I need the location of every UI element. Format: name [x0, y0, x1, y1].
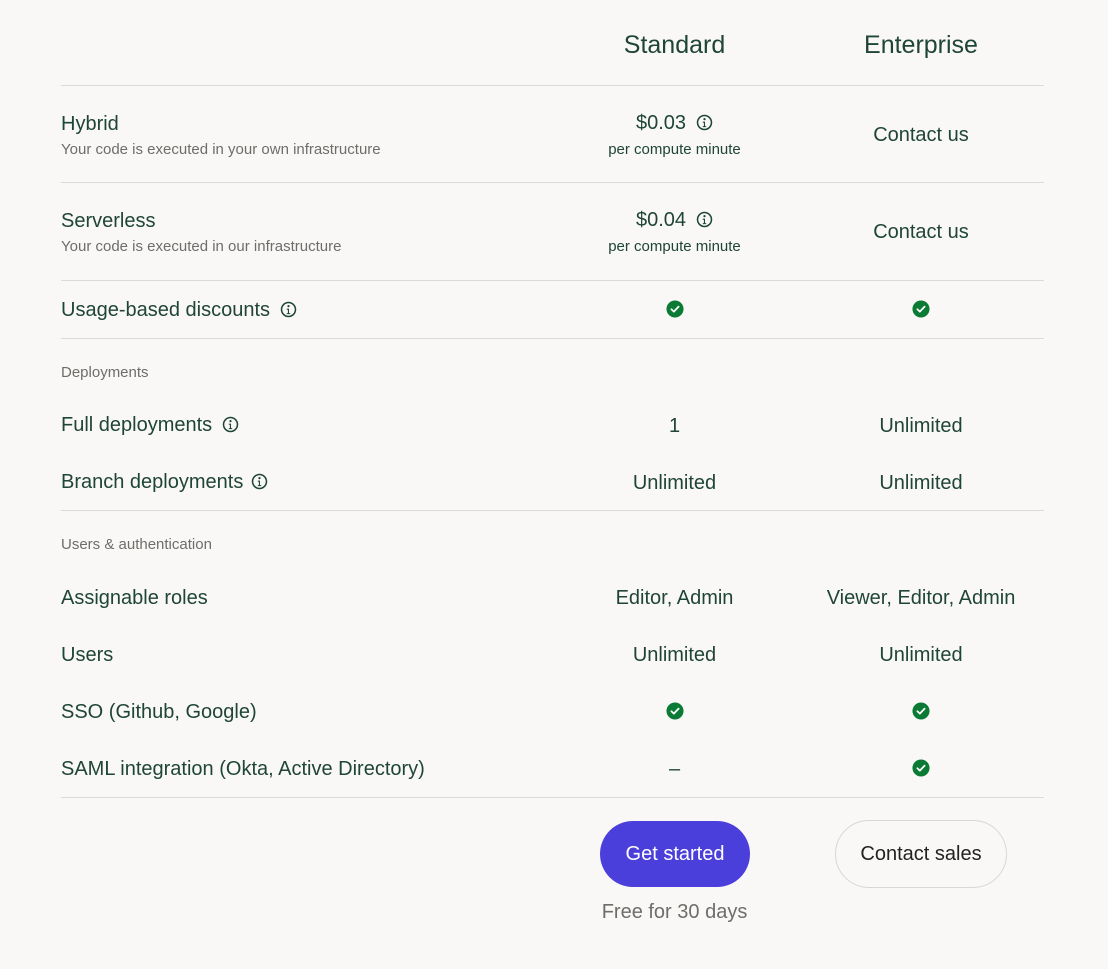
price-value: $0.03	[635, 112, 687, 134]
row-title-assignable-roles: Assignable roles	[61, 587, 208, 609]
hybrid-standard-price: $0.03	[552, 112, 797, 135]
check-icon	[912, 300, 930, 318]
price-unit: per compute minute	[608, 238, 741, 255]
check-icon	[666, 702, 684, 720]
row-title: Usage-based discounts	[61, 299, 271, 321]
info-icon[interactable]	[222, 416, 239, 433]
assignable-roles-enterprise: Viewer, Editor, Admin	[826, 587, 1016, 609]
row-title: Branch deployments	[61, 471, 244, 493]
plan-header-standard: Standard	[623, 31, 726, 59]
divider	[61, 797, 1044, 798]
price-unit: per compute minute	[608, 141, 741, 158]
divider	[61, 338, 1044, 339]
serverless-standard-price: $0.04	[552, 209, 797, 232]
check-icon	[912, 759, 930, 777]
usage-discounts-enterprise	[798, 300, 1044, 323]
check-icon	[666, 300, 684, 318]
price-value: $0.04	[635, 209, 687, 231]
row-title-users: Users	[61, 644, 114, 666]
row-title-saml: SAML integration (Okta, Active Directory…	[61, 758, 425, 780]
saml-standard: –	[668, 758, 681, 780]
info-icon[interactable]	[696, 114, 713, 131]
full-deployments-enterprise: Unlimited	[879, 415, 963, 437]
branch-deployments-standard: Unlimited	[632, 472, 717, 494]
info-icon[interactable]	[696, 211, 713, 228]
row-subtitle-serverless: Your code is executed in our infrastruct…	[61, 238, 342, 255]
divider	[61, 280, 1044, 281]
sso-standard	[552, 702, 797, 725]
row-full-deployments: Full deployments	[61, 414, 239, 437]
divider	[61, 510, 1044, 511]
row-title-hybrid: Hybrid	[61, 113, 119, 135]
full-deployments-standard: 1	[668, 415, 681, 437]
saml-enterprise	[798, 759, 1044, 782]
info-icon[interactable]	[280, 301, 297, 318]
row-subtitle-hybrid: Your code is executed in your own infras…	[61, 141, 381, 158]
row-title-serverless: Serverless	[61, 210, 156, 232]
section-label-deployments: Deployments	[61, 364, 149, 381]
info-icon[interactable]	[251, 473, 268, 490]
row-usage-discounts: Usage-based discounts	[61, 299, 297, 322]
divider	[61, 182, 1044, 183]
serverless-enterprise-value: Contact us	[873, 221, 969, 243]
users-standard: Unlimited	[632, 644, 717, 666]
assignable-roles-standard: Editor, Admin	[615, 587, 734, 609]
row-title: Full deployments	[61, 414, 213, 436]
divider	[61, 85, 1044, 86]
usage-discounts-standard	[552, 300, 797, 323]
sso-enterprise	[798, 702, 1044, 725]
contact-sales-button[interactable]: Contact sales	[835, 820, 1007, 888]
free-trial-note: Free for 30 days	[601, 901, 748, 923]
row-title-sso: SSO (Github, Google)	[61, 701, 257, 723]
users-enterprise: Unlimited	[879, 644, 963, 666]
branch-deployments-enterprise: Unlimited	[879, 472, 963, 494]
plan-header-enterprise: Enterprise	[864, 31, 978, 59]
section-label-users-auth: Users & authentication	[61, 536, 212, 553]
check-icon	[912, 702, 930, 720]
hybrid-enterprise-value: Contact us	[873, 124, 969, 146]
get-started-button[interactable]: Get started	[600, 821, 750, 887]
row-branch-deployments: Branch deployments	[61, 471, 268, 494]
